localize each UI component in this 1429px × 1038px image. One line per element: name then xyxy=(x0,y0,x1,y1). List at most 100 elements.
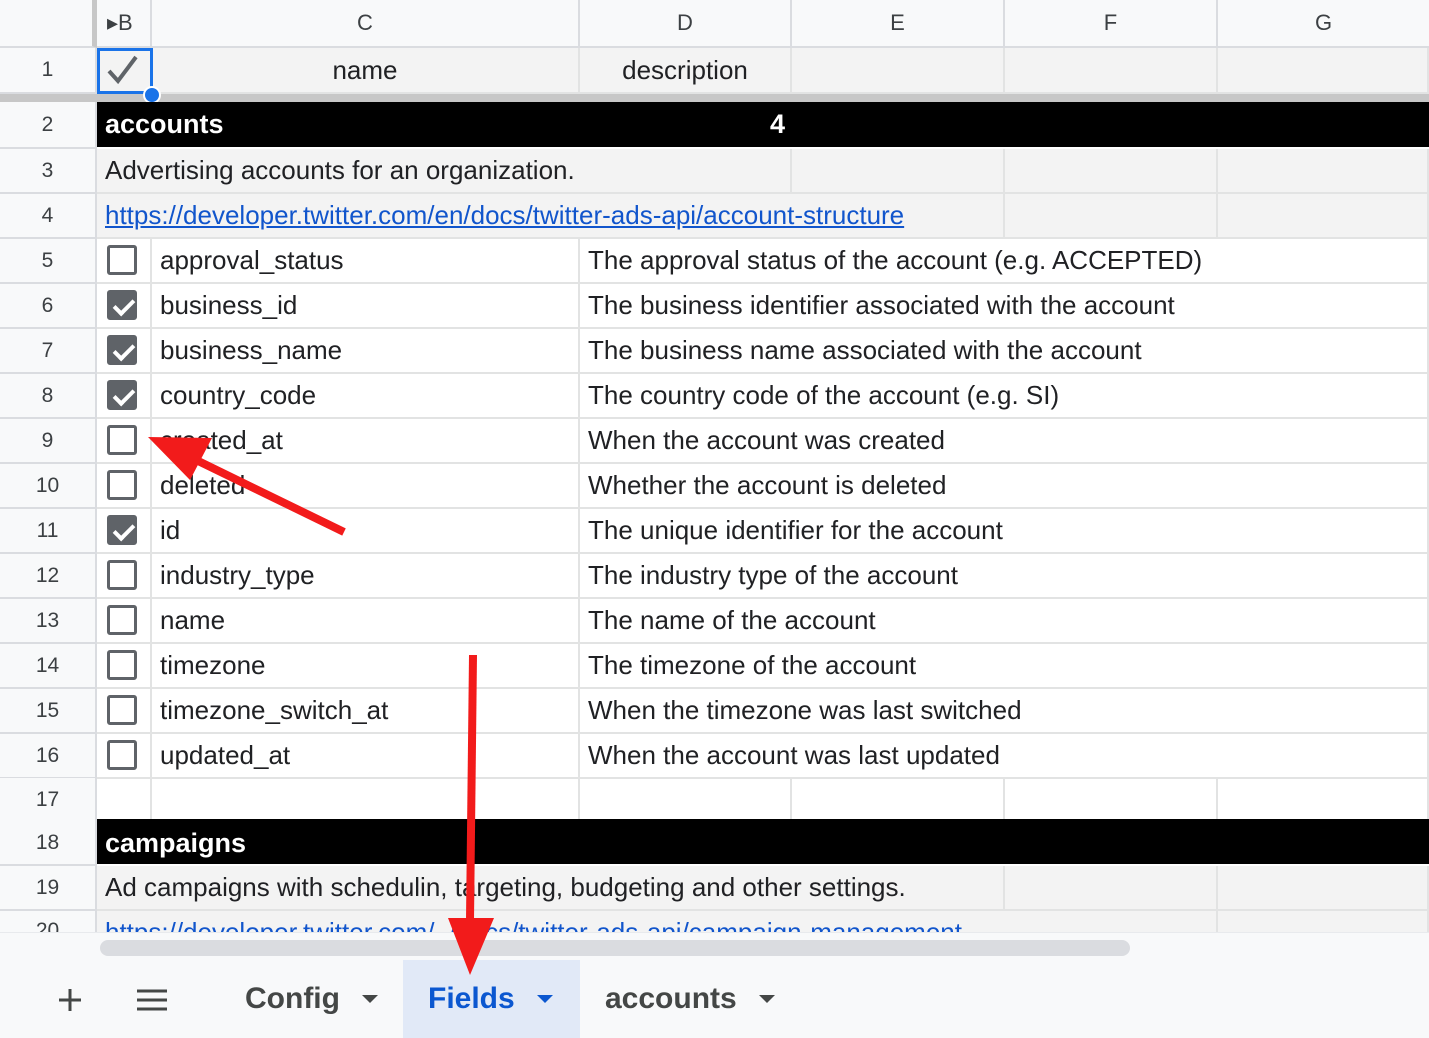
header-cell-g[interactable] xyxy=(1218,48,1429,94)
cell-f3[interactable] xyxy=(1005,149,1218,194)
cell-g4[interactable] xyxy=(1218,194,1429,239)
section-description-accounts[interactable]: Advertising accounts for an organization… xyxy=(97,149,792,194)
horizontal-scrollbar[interactable] xyxy=(0,932,1429,961)
field-checkbox-cell[interactable] xyxy=(97,374,152,419)
field-checkbox[interactable] xyxy=(107,425,137,455)
header-description-cell[interactable]: description xyxy=(580,48,792,94)
field-checkbox-cell[interactable] xyxy=(97,734,152,779)
field-checkbox[interactable] xyxy=(107,470,137,500)
field-description-cell[interactable]: The business name associated with the ac… xyxy=(580,329,1429,374)
field-checkbox-cell[interactable] xyxy=(97,329,152,374)
field-name-cell[interactable]: created_at xyxy=(152,419,580,464)
field-description-cell[interactable]: The unique identifier for the account xyxy=(580,509,1429,554)
column-header-d[interactable]: D xyxy=(580,0,792,48)
field-description-cell[interactable]: The country code of the account (e.g. SI… xyxy=(580,374,1429,419)
section-header-accounts[interactable] xyxy=(97,102,1429,147)
cell-c17[interactable] xyxy=(152,778,580,823)
select-all-corner[interactable] xyxy=(0,0,97,48)
freeze-divider[interactable] xyxy=(0,94,1429,102)
section-link-campaigns-cell[interactable]: https://developer.twitter.com/../docs/tw… xyxy=(97,911,1218,933)
row-header-17[interactable]: 17 xyxy=(0,778,97,823)
cell-g19[interactable] xyxy=(1218,866,1429,911)
field-checkbox-cell[interactable] xyxy=(97,284,152,329)
row-header-10[interactable]: 10 xyxy=(0,464,97,509)
row-header-1[interactable]: 1 xyxy=(0,48,97,94)
field-name-cell[interactable]: timezone_switch_at xyxy=(152,689,580,734)
chevron-down-icon[interactable] xyxy=(758,995,775,1003)
field-checkbox[interactable] xyxy=(107,335,137,365)
field-name-cell[interactable]: id xyxy=(152,509,580,554)
header-cell-e[interactable] xyxy=(792,48,1005,94)
field-name-cell[interactable]: business_name xyxy=(152,329,580,374)
field-checkbox[interactable] xyxy=(107,515,137,545)
field-checkbox[interactable] xyxy=(107,560,137,590)
row-header-19[interactable]: 19 xyxy=(0,866,97,911)
field-description-cell[interactable]: When the timezone was last switched xyxy=(580,689,1429,734)
chevron-down-icon[interactable] xyxy=(361,995,378,1003)
cell-g17[interactable] xyxy=(1218,778,1429,823)
field-checkbox-cell[interactable] xyxy=(97,419,152,464)
cell-e17[interactable] xyxy=(792,778,1005,823)
cell-f4[interactable] xyxy=(1005,194,1218,239)
field-name-cell[interactable]: industry_type xyxy=(152,554,580,599)
field-name-cell[interactable]: name xyxy=(152,599,580,644)
field-checkbox-cell[interactable] xyxy=(97,239,152,284)
row-header-7[interactable]: 7 xyxy=(0,329,97,374)
column-header-c[interactable]: C xyxy=(152,0,580,48)
field-description-cell[interactable]: The industry type of the account xyxy=(580,554,1429,599)
field-checkbox[interactable] xyxy=(107,740,137,770)
field-description-cell[interactable]: The approval status of the account (e.g.… xyxy=(580,239,1429,284)
field-description-cell[interactable]: The name of the account xyxy=(580,599,1429,644)
section-link-accounts[interactable]: https://developer.twitter.com/en/docs/tw… xyxy=(105,200,904,231)
row-header-11[interactable]: 11 xyxy=(0,509,97,554)
field-description-cell[interactable]: When the account was last updated xyxy=(580,734,1429,779)
cell-b17[interactable] xyxy=(97,778,152,823)
tab-accounts[interactable]: accounts xyxy=(580,960,810,1038)
field-description-cell[interactable]: Whether the account is deleted xyxy=(580,464,1429,509)
tab-config[interactable]: Config xyxy=(225,960,403,1038)
row-header-14[interactable]: 14 xyxy=(0,644,97,689)
cell-f19[interactable] xyxy=(1005,866,1218,911)
field-checkbox-cell[interactable] xyxy=(97,509,152,554)
add-sheet-button[interactable] xyxy=(50,978,90,1022)
cell-g20[interactable] xyxy=(1218,911,1429,933)
tab-fields[interactable]: Fields xyxy=(403,960,580,1038)
section-header-campaigns[interactable] xyxy=(97,819,1429,864)
field-description-cell[interactable]: The timezone of the account xyxy=(580,644,1429,689)
field-checkbox[interactable] xyxy=(107,245,137,275)
chevron-down-icon[interactable] xyxy=(536,995,553,1003)
row-header-8[interactable]: 8 xyxy=(0,374,97,419)
field-name-cell[interactable]: timezone xyxy=(152,644,580,689)
column-header-f[interactable]: F xyxy=(1005,0,1218,48)
field-description-cell[interactable]: The business identifier associated with … xyxy=(580,284,1429,329)
row-header-18[interactable]: 18 xyxy=(0,821,97,866)
spreadsheet-grid[interactable]: ▸B C D E F G 1 name description 2 accoun… xyxy=(0,0,1429,933)
row-header-4[interactable]: 4 xyxy=(0,194,97,239)
cell-d17[interactable] xyxy=(580,778,792,823)
column-header-b[interactable]: ▸B xyxy=(97,0,152,48)
row-header-16[interactable]: 16 xyxy=(0,734,97,779)
row-header-13[interactable]: 13 xyxy=(0,599,97,644)
section-link-campaigns[interactable]: https://developer.twitter.com/../docs/tw… xyxy=(105,917,962,933)
field-checkbox-cell[interactable] xyxy=(97,644,152,689)
field-checkbox[interactable] xyxy=(107,380,137,410)
header-name-cell[interactable]: name xyxy=(152,48,580,94)
row-header-15[interactable]: 15 xyxy=(0,689,97,734)
field-checkbox-cell[interactable] xyxy=(97,464,152,509)
field-name-cell[interactable]: deleted xyxy=(152,464,580,509)
row-header-6[interactable]: 6 xyxy=(0,284,97,329)
cell-e3[interactable] xyxy=(792,149,1005,194)
field-name-cell[interactable]: business_id xyxy=(152,284,580,329)
field-name-cell[interactable]: updated_at xyxy=(152,734,580,779)
field-checkbox-cell[interactable] xyxy=(97,599,152,644)
cell-f17[interactable] xyxy=(1005,778,1218,823)
column-header-e[interactable]: E xyxy=(792,0,1005,48)
field-checkbox-cell[interactable] xyxy=(97,554,152,599)
row-header-9[interactable]: 9 xyxy=(0,419,97,464)
header-cell-f[interactable] xyxy=(1005,48,1218,94)
horizontal-scrollbar-thumb[interactable] xyxy=(100,940,1130,956)
row-header-20[interactable]: 20 xyxy=(0,911,97,933)
field-description-cell[interactable]: When the account was created xyxy=(580,419,1429,464)
field-checkbox[interactable] xyxy=(107,605,137,635)
row-header-2[interactable]: 2 xyxy=(0,102,97,149)
